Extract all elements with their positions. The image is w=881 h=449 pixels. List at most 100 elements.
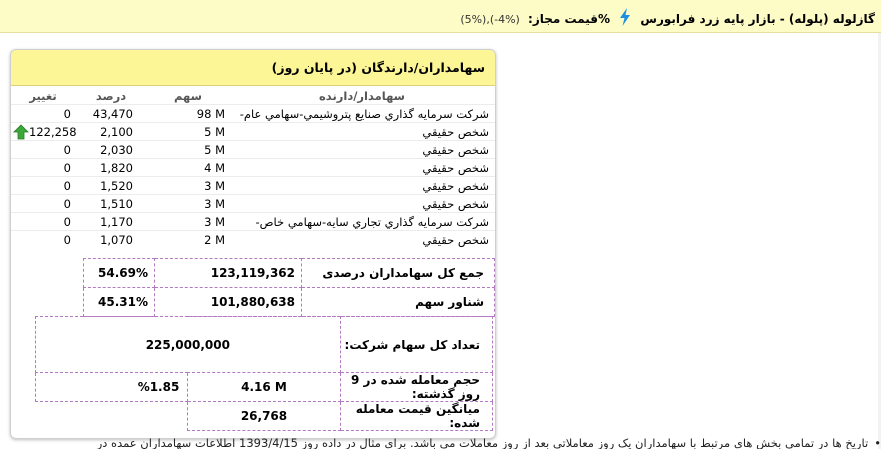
change-cell-text: 0 (63, 214, 71, 229)
change-cell: 0 (11, 213, 75, 231)
holder-name-cell: شخص حقيقي (229, 159, 495, 177)
symbol-title[interactable]: گازلوله (پلوله) - بازار پایه زرد فرابورس (640, 12, 875, 26)
shares-cell-text: 4 M (204, 160, 225, 175)
float-row: 45.31% 101,880,638 شناور سهم (11, 287, 495, 317)
percent-cell: 2,100 (75, 123, 147, 141)
holder-name-cell-text: شخص حقيقي (422, 160, 489, 175)
total-row: 54.69% 123,119,362 جمع کل سهامداران درصد… (11, 258, 495, 288)
holder-name-cell: شركت سرمايه گذاري تجاري سايه-سهامي خاص- (229, 213, 495, 231)
shareholders-table: تغییر درصد سهم سهامدار/دارنده 0 43,470 98 … (11, 88, 495, 248)
column-header-percent: درصد (95, 89, 127, 103)
column-header-change: تغییر (29, 89, 57, 103)
float-percent: 45.31% (83, 287, 155, 317)
shares-cell: 3 M (147, 213, 229, 231)
lightning-icon (620, 8, 631, 26)
change-cell: 122,258 (11, 123, 77, 141)
table-row[interactable]: 0 1,170 3 M شركت سرمايه گذاري تجاري سايه-سه… (11, 212, 495, 231)
volume-row: %1.85 4.16 M حجم معامله شده در 9 روز گذش… (34, 372, 494, 402)
share-stats-table: 225,000,000 تعداد کل سهام شرکت: %1.85 4.… (34, 316, 494, 431)
avg-price-value: 26,768 (187, 401, 341, 431)
holder-name-cell: شخص حقيقي (229, 231, 495, 249)
shares-cell: 5 M (147, 141, 229, 159)
percent-cell-text: 1,170 (100, 214, 133, 229)
company-shares-label: تعداد کل سهام شرکت: (339, 316, 494, 373)
avg-price-row: 26,768 میانگین قیمت معامله شده: (36, 401, 494, 431)
change-cell-text: 0 (63, 196, 71, 211)
price-limit-value: (5%),(-4%) (460, 13, 520, 26)
table-row[interactable]: 0 2,030 5 M شخص حقيقي (11, 140, 495, 159)
float-label: شناور سهم (301, 287, 495, 317)
shares-cell: 2 M (147, 231, 229, 249)
change-cell: 0 (11, 105, 75, 123)
footer-note: • تاریخ ها در تمامی بخش های مرتبط با سهام… (0, 436, 881, 449)
holder-name-cell-text: شخص حقيقي (422, 232, 489, 247)
shareholders-panel-header: سهامداران/دارندگان (در پایان روز) (11, 50, 495, 86)
shares-cell-text: 3 M (204, 178, 225, 193)
change-cell: 0 (11, 141, 75, 159)
company-shares-row: 225,000,000 تعداد کل سهام شرکت: (35, 316, 494, 373)
holder-name-cell: شخص حقيقي (229, 177, 495, 195)
shares-cell: 5 M (147, 123, 229, 141)
shares-cell: 4 M (147, 159, 229, 177)
percent-cell-text: 43,470 (92, 106, 133, 121)
avg-price-label: میانگین قیمت معامله شده: (339, 401, 494, 431)
volume-percent: %1.85 (34, 372, 189, 402)
change-cell-text: 0 (63, 160, 71, 175)
column-header-holder: سهامدار/دارنده (319, 89, 405, 103)
percent-cell: 1,170 (75, 213, 147, 231)
percent-cell: 43,470 (75, 105, 147, 123)
holder-name-cell-text: شخص حقيقي (422, 142, 489, 157)
change-cell: 0 (11, 159, 75, 177)
change-cell: 0 (11, 177, 75, 195)
table-row[interactable]: 0 43,470 98 M شركت سرمايه گذاري صنايع پتروش… (11, 104, 495, 123)
shareholders-panel: سهامداران/دارندگان (در پایان روز) تغییر … (10, 49, 496, 439)
shares-cell: 3 M (147, 177, 229, 195)
percent-cell: 1,070 (75, 231, 147, 249)
percent-cell-text: 1,510 (100, 196, 133, 211)
volume-value: 4.16 M (187, 372, 341, 402)
volume-label: حجم معامله شده در 9 روز گذشته: (339, 372, 494, 402)
price-limit-label: %قیمت مجاز: (528, 12, 611, 26)
symbol-header-bar: گازلوله (پلوله) - بازار پایه زرد فرابورس… (0, 0, 881, 33)
change-cell-text: 0 (63, 142, 71, 157)
percent-cell-text: 1,820 (100, 160, 133, 175)
percent-cell: 2,030 (75, 141, 147, 159)
float-value: 101,880,638 (154, 287, 302, 317)
holder-name-cell-text: شركت سرمايه گذاري تجاري سايه-سهامي خاص- (255, 214, 490, 229)
change-cell: 0 (11, 195, 75, 213)
holder-name-cell: شخص حقيقي (229, 141, 495, 159)
holder-name-cell: شركت سرمايه گذاري صنايع پتروشيمي-سهامي ع… (229, 105, 495, 123)
percent-cell-text: 2,030 (100, 142, 133, 157)
change-cell-text: 0 (63, 178, 71, 193)
shares-cell-text: 5 M (204, 124, 225, 139)
shares-cell-text: 3 M (204, 196, 225, 211)
holder-name-cell: شخص حقيقي (229, 123, 495, 141)
shares-cell-text: 3 M (204, 214, 225, 229)
holder-name-cell: شخص حقيقي (229, 195, 495, 213)
footer-note-text: تاریخ ها در تمامی بخش های مرتبط با سهامد… (96, 436, 869, 449)
table-row[interactable]: 0 1,520 3 M شخص حقيقي (11, 176, 495, 195)
percent-cell-text: 2,100 (100, 124, 133, 139)
column-header-shares: سهم (174, 89, 202, 103)
table-row[interactable]: 122,258 2,100 5 M شخص حقيقي (11, 122, 495, 141)
panel-title: سهامداران/دارندگان (در پایان روز) (271, 60, 485, 75)
holder-name-cell-text: شركت سرمايه گذاري صنايع پتروشيمي-سهامي ع… (239, 106, 489, 121)
company-shares-value: 225,000,000 (35, 316, 341, 373)
holder-name-cell-text: شخص حقيقي (422, 196, 489, 211)
bullet-icon: • (874, 436, 881, 449)
total-value: 123,119,362 (154, 258, 302, 288)
percent-cell-text: 1,070 (100, 232, 133, 247)
percent-cell-text: 1,520 (100, 178, 133, 193)
change-cell-text: 122,258 (29, 124, 77, 139)
change-cell-text: 0 (63, 232, 71, 247)
percent-cell: 1,820 (75, 159, 147, 177)
table-row[interactable]: 0 1,510 3 M شخص حقيقي (11, 194, 495, 213)
table-header-row: تغییر درصد سهم سهامدار/دارنده (11, 88, 495, 105)
table-row[interactable]: 0 1,070 2 M شخص حقيقي (11, 230, 495, 249)
change-cell: 0 (11, 231, 75, 249)
shares-cell-text: 98 M (196, 106, 225, 121)
total-percent: 54.69% (83, 258, 155, 288)
table-row[interactable]: 0 1,820 4 M شخص حقيقي (11, 158, 495, 177)
total-label: جمع کل سهامداران درصدی (301, 258, 495, 288)
holder-name-cell-text: شخص حقيقي (422, 178, 489, 193)
